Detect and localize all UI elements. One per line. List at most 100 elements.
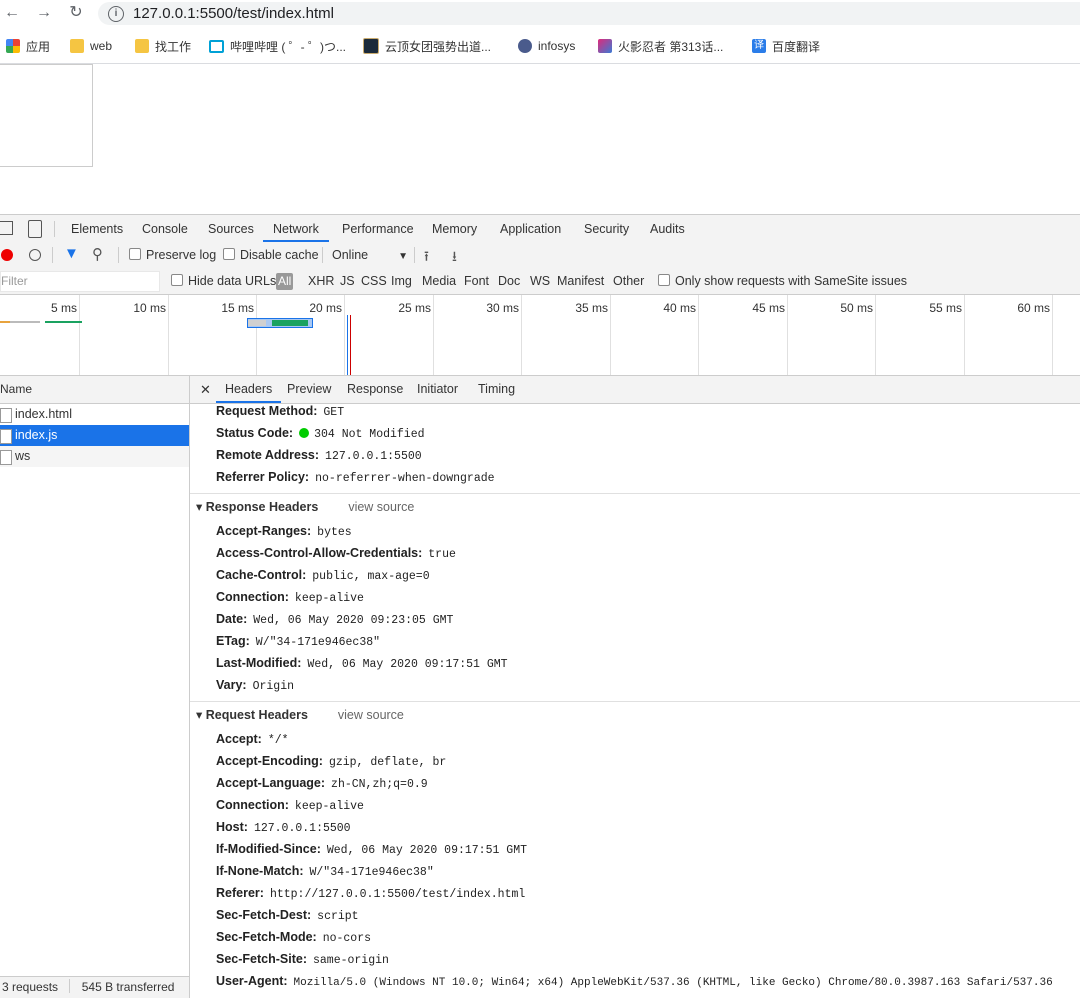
header-key: Status Code:: [216, 426, 294, 440]
bookmark-baidu-translate[interactable]: 译 百度翻译: [752, 38, 820, 54]
bookmark-apps[interactable]: 应用: [6, 38, 50, 54]
device-toolbar-icon[interactable]: [28, 220, 42, 238]
bookmark-lol[interactable]: 云顶女团强势出道...: [363, 38, 491, 54]
request-row[interactable]: ws: [0, 446, 189, 467]
checkbox-icon[interactable]: [658, 274, 670, 286]
header-key: If-None-Match:: [216, 864, 304, 878]
tab-audits[interactable]: Audits: [650, 215, 685, 242]
forward-arrow-icon[interactable]: →: [34, 4, 54, 22]
export-har-icon[interactable]: ⭳: [452, 246, 457, 270]
tab-network[interactable]: Network: [263, 215, 329, 242]
bookmark-bilibili[interactable]: 哔哩哔哩 ( ゜- ゜)つ...: [209, 38, 346, 54]
bookmark-jobs[interactable]: 找工作: [135, 38, 191, 54]
header-row: Referrer Policy: no-referrer-when-downgra…: [216, 466, 495, 490]
filter-type-all[interactable]: All: [276, 273, 294, 290]
filter-type-font[interactable]: Font: [464, 268, 489, 294]
header-value: bytes: [317, 526, 352, 539]
filter-type-doc[interactable]: Doc: [498, 268, 520, 294]
devtools-panel: Elements Console Sources Network Perform…: [0, 214, 1080, 998]
header-key: Referer:: [216, 886, 264, 900]
bookmark-naruto[interactable]: 火影忍者 第313话...: [598, 38, 723, 54]
request-headers-section[interactable]: ▾ Request Headers view source: [196, 704, 404, 726]
request-row[interactable]: index.html: [0, 404, 189, 425]
filter-icon[interactable]: ▼: [64, 245, 79, 262]
search-icon[interactable]: ⚲: [92, 245, 103, 263]
divider: [52, 247, 53, 263]
header-row: Cache-Control: public, max-age=0: [216, 564, 430, 588]
network-overview-timeline[interactable]: 5 ms 10 ms 15 ms 20 ms 25 ms 30 ms 35 ms…: [0, 295, 1080, 376]
tab-memory[interactable]: Memory: [432, 215, 477, 242]
grid-line: [698, 295, 699, 375]
header-row: User-Agent: Mozilla/5.0 (Windows NT 10.0;…: [216, 970, 1053, 994]
samesite-checkbox[interactable]: Only show requests with SameSite issues: [658, 268, 907, 294]
import-har-icon[interactable]: ⭱: [424, 246, 429, 270]
info-icon[interactable]: i: [108, 6, 124, 22]
filter-type-xhr[interactable]: XHR: [308, 268, 334, 294]
tab-elements[interactable]: Elements: [71, 215, 123, 242]
header-row: Last-Modified: Wed, 06 May 2020 09:17:51 …: [216, 652, 508, 676]
reload-icon[interactable]: ↻: [66, 4, 86, 22]
waterfall-bar-selected: [247, 318, 313, 328]
filter-type-manifest[interactable]: Manifest: [557, 268, 604, 294]
divider: [69, 979, 71, 993]
tab-security[interactable]: Security: [584, 215, 629, 242]
preserve-log-label: Preserve log: [146, 248, 217, 262]
tab-headers[interactable]: Headers: [216, 376, 282, 403]
response-headers-section[interactable]: ▾ Response Headers view source: [196, 496, 414, 518]
tab-application[interactable]: Application: [500, 215, 561, 242]
timeline-label: 20 ms: [309, 301, 342, 315]
bookmark-label: 找工作: [155, 39, 192, 54]
close-icon[interactable]: ✕: [200, 376, 211, 403]
header-key: Sec-Fetch-Site:: [216, 952, 307, 966]
back-arrow-icon[interactable]: ←: [2, 4, 22, 22]
tab-performance[interactable]: Performance: [342, 215, 414, 242]
collapse-triangle-icon: ▾: [196, 500, 203, 514]
view-source-link[interactable]: view source: [348, 500, 414, 514]
lol-icon: [363, 38, 379, 54]
header-value: Wed, 06 May 2020 09:17:51 GMT: [326, 844, 527, 857]
tab-console[interactable]: Console: [142, 215, 188, 242]
bookmark-web[interactable]: web: [70, 38, 112, 54]
tab-response[interactable]: Response: [347, 376, 403, 403]
filter-type-other[interactable]: Other: [613, 268, 644, 294]
throttle-select[interactable]: Online ▼: [332, 242, 408, 270]
folder-icon: [135, 39, 149, 53]
tab-initiator[interactable]: Initiator: [417, 376, 458, 403]
bookmarks-bar: 应用 web 找工作 哔哩哔哩 ( ゜- ゜)つ... 云顶女团强势出道... …: [0, 30, 1080, 63]
devtools-tabbar: Elements Console Sources Network Perform…: [0, 215, 1080, 243]
filter-type-media[interactable]: Media: [422, 268, 456, 294]
checkbox-icon[interactable]: [129, 248, 141, 260]
preserve-log-checkbox[interactable]: Preserve log: [129, 242, 216, 268]
divider: [118, 247, 119, 263]
section-title: Response Headers: [205, 500, 319, 514]
header-row: Vary: Origin: [216, 674, 294, 698]
tab-timing[interactable]: Timing: [478, 376, 515, 403]
url-field[interactable]: i 127.0.0.1:5500/test/index.html: [98, 2, 1080, 25]
filter-type-img[interactable]: Img: [391, 268, 412, 294]
divider: [414, 247, 415, 263]
filter-type-css[interactable]: CSS: [361, 268, 387, 294]
request-row-selected[interactable]: index.js: [0, 425, 189, 446]
record-icon[interactable]: [1, 249, 13, 261]
url-text[interactable]: 127.0.0.1:5500/test/index.html: [133, 5, 334, 22]
clear-icon[interactable]: [29, 249, 41, 261]
checkbox-icon[interactable]: [223, 248, 235, 260]
name-column-header[interactable]: Name: [0, 382, 32, 396]
filter-type-js[interactable]: JS: [340, 268, 355, 294]
tab-sources[interactable]: Sources: [208, 215, 254, 242]
filter-input[interactable]: Filter: [0, 271, 160, 292]
disable-cache-checkbox[interactable]: Disable cache: [223, 242, 319, 268]
bookmark-label: 火影忍者 第313话...: [618, 39, 724, 54]
timeline-label: 30 ms: [486, 301, 519, 315]
header-row: Remote Address: 127.0.0.1:5500: [216, 444, 422, 468]
hide-data-urls-checkbox[interactable]: Hide data URLs: [171, 268, 276, 294]
inspect-element-icon[interactable]: [0, 221, 13, 235]
request-list-header[interactable]: Name: [0, 376, 189, 404]
tab-preview[interactable]: Preview: [287, 376, 331, 403]
bookmark-infosys[interactable]: infosys: [518, 38, 575, 54]
header-row: Access-Control-Allow-Credentials: true: [216, 542, 456, 566]
checkbox-icon[interactable]: [171, 274, 183, 286]
view-source-link[interactable]: view source: [338, 708, 404, 722]
filter-type-ws[interactable]: WS: [530, 268, 550, 294]
header-row: Request Method: GET: [216, 400, 344, 424]
